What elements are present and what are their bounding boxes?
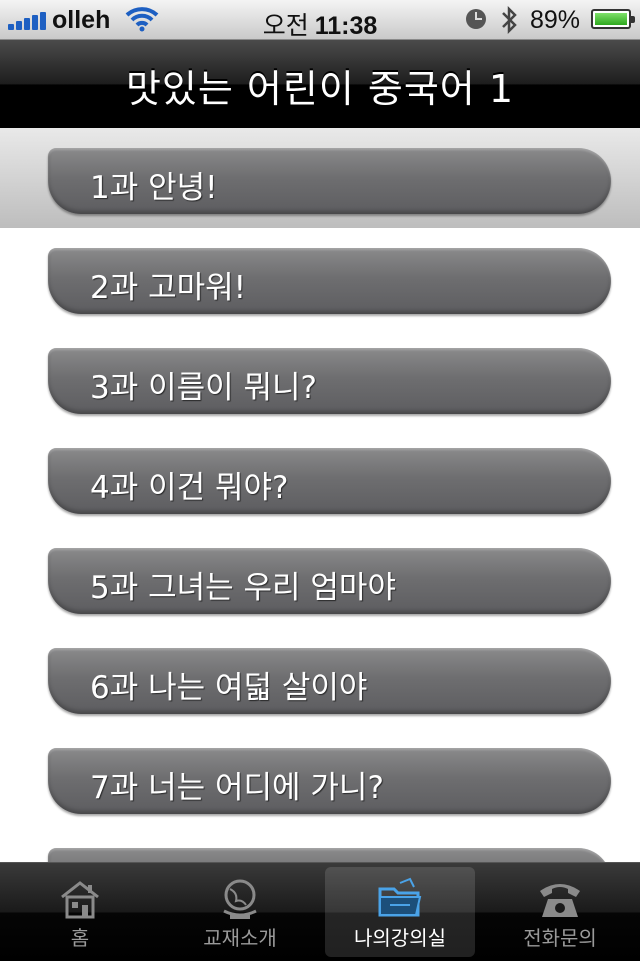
list-row: 2과 고마워! <box>0 228 640 328</box>
battery-percent: 89% <box>530 6 581 34</box>
tab-home[interactable]: 홈 <box>5 867 155 957</box>
house-icon <box>61 881 99 919</box>
folder-icon <box>378 877 422 917</box>
tab-label: 교재소개 <box>203 926 277 950</box>
battery-icon <box>591 9 635 29</box>
lesson-label: 6과 나는 여덟 살이야 <box>90 670 368 706</box>
lesson-list[interactable]: 1과 안녕! 2과 고마워! 3과 이름이 뭐니? 4과 이건 뭐야? 5과 그… <box>0 128 640 862</box>
clock-time: 11:38 <box>314 12 378 40</box>
lesson-3-button[interactable]: 3과 이름이 뭐니? <box>48 348 611 414</box>
tab-label: 홈 <box>70 926 90 950</box>
lesson-5-button[interactable]: 5과 그녀는 우리 엄마야 <box>48 548 611 614</box>
telephone-icon <box>540 884 580 917</box>
page-title: 맛있는 어린이 중국어 1 <box>125 67 515 111</box>
list-row: 7과 너는 어디에 가니? <box>0 728 640 828</box>
lesson-8-button[interactable] <box>48 848 611 862</box>
tab-label: 전화문의 <box>523 926 597 950</box>
list-row-selected: 1과 안녕! <box>0 128 640 228</box>
list-row <box>0 828 640 862</box>
lesson-4-button[interactable]: 4과 이건 뭐야? <box>48 448 611 514</box>
tab-label: 나의강의실 <box>354 926 446 950</box>
alarm-clock-icon <box>466 9 486 29</box>
lesson-1-button[interactable]: 1과 안녕! <box>48 148 611 214</box>
tab-bar: 홈 교재소개 나의강의실 전화문의 <box>0 862 640 961</box>
list-row: 5과 그녀는 우리 엄마야 <box>0 528 640 628</box>
list-row: 3과 이름이 뭐니? <box>0 328 640 428</box>
lesson-label: 5과 그녀는 우리 엄마야 <box>90 570 396 606</box>
time-period: 오전 <box>262 12 309 40</box>
lesson-label: 1과 안녕! <box>90 170 218 206</box>
navigation-bar: 맛있는 어린이 중국어 1 <box>0 40 640 129</box>
bluetooth-icon <box>502 5 517 35</box>
lesson-label: 7과 너는 어디에 가니? <box>90 770 384 806</box>
list-row: 6과 나는 여덟 살이야 <box>0 628 640 728</box>
lesson-label: 3과 이름이 뭐니? <box>90 370 318 406</box>
tab-my-classroom[interactable]: 나의강의실 <box>325 867 475 957</box>
lesson-label: 2과 고마워! <box>90 270 247 306</box>
lesson-6-button[interactable]: 6과 나는 여덟 살이야 <box>48 648 611 714</box>
globe-icon <box>223 879 257 919</box>
status-bar: olleh 오전 11:38 89% <box>0 0 640 40</box>
list-row: 4과 이건 뭐야? <box>0 428 640 528</box>
tab-textbook-intro[interactable]: 교재소개 <box>165 867 315 957</box>
lesson-2-button[interactable]: 2과 고마워! <box>48 248 611 314</box>
lesson-7-button[interactable]: 7과 너는 어디에 가니? <box>48 748 611 814</box>
lesson-label: 4과 이건 뭐야? <box>90 470 289 506</box>
tab-phone-inquiry[interactable]: 전화문의 <box>485 867 635 957</box>
